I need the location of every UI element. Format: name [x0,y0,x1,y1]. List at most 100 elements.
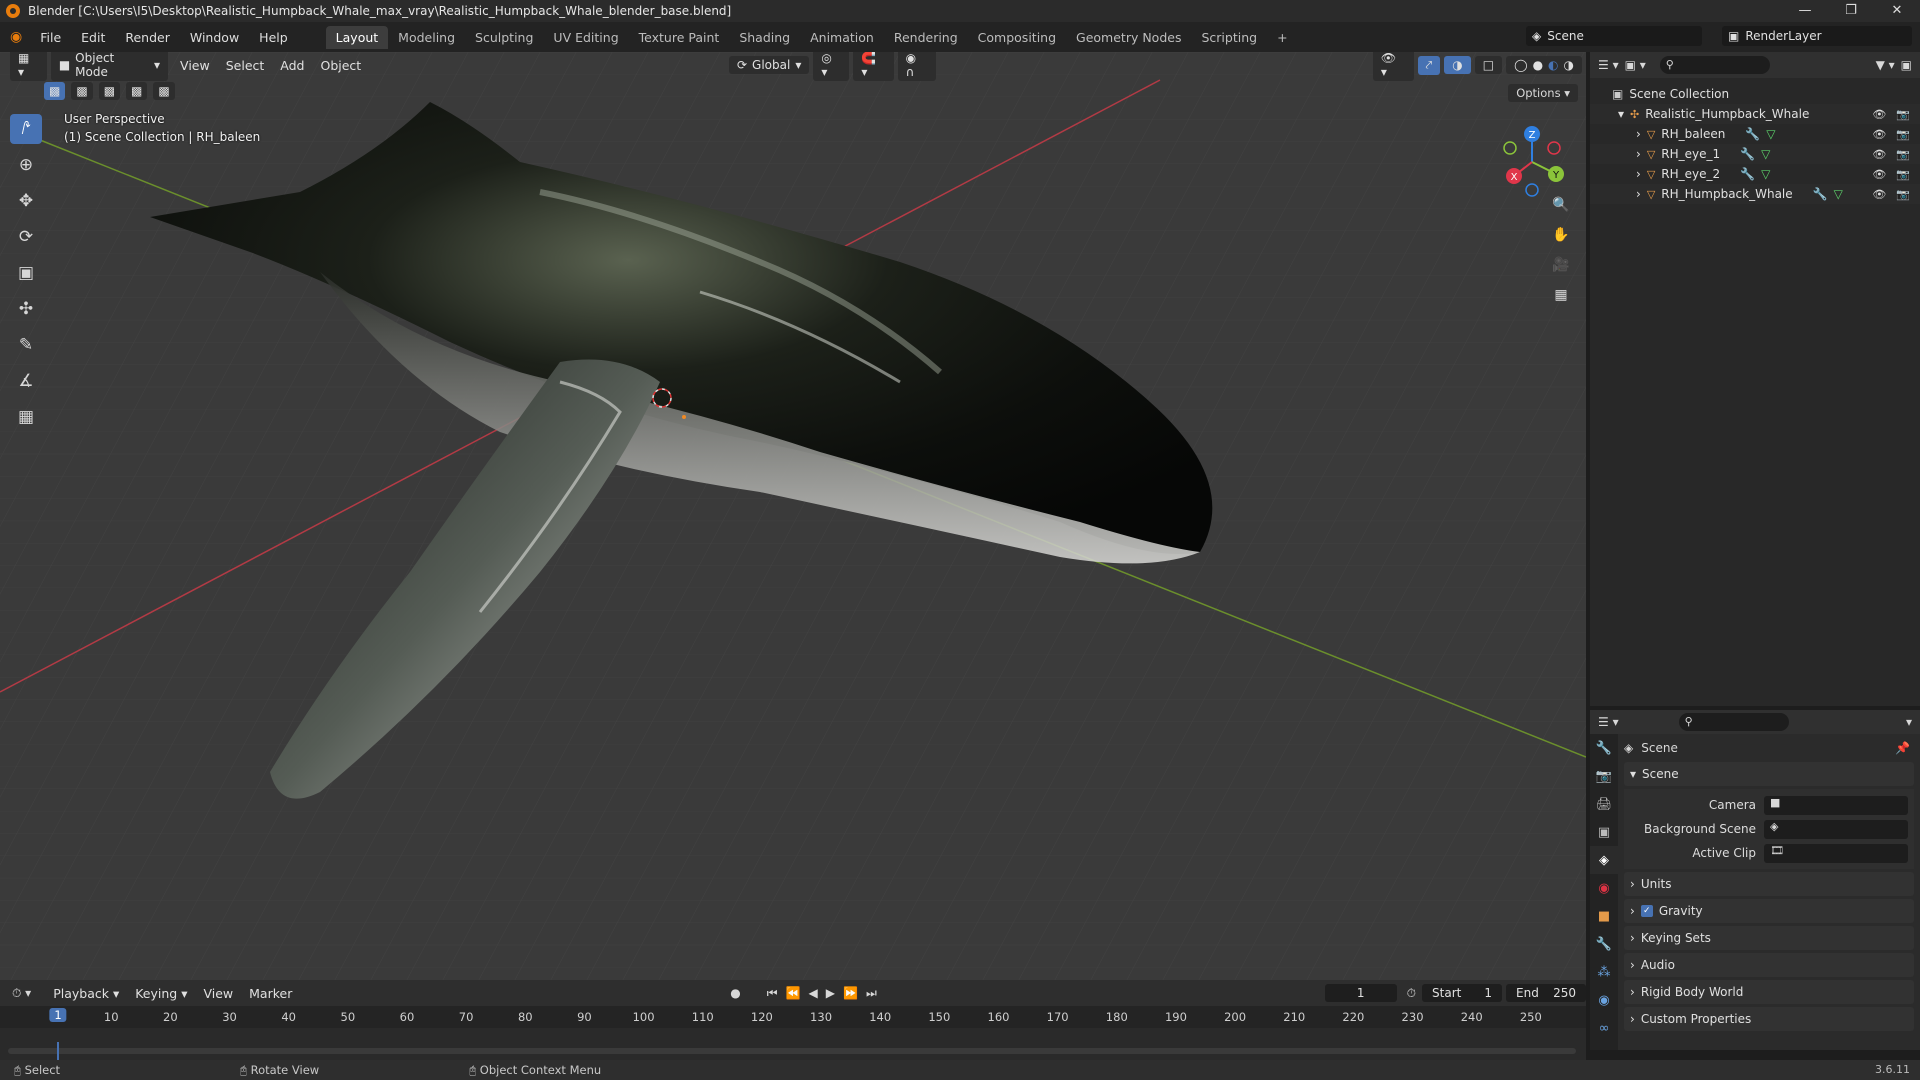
chevron-down-icon[interactable]: ▾ [1906,715,1912,729]
transform-tool-icon[interactable]: ✣ [10,294,42,324]
display-mode-icon[interactable]: ▣ ▾ [1625,58,1646,72]
outliner-editor-type-icon[interactable]: ☰ ▾ [1598,58,1619,72]
measure-tool-icon[interactable]: ∡ [10,366,42,396]
play-reverse-icon[interactable]: ◀ [809,986,818,1000]
pan-hand-icon[interactable]: ✋ [1548,222,1574,248]
select-box-tool-icon[interactable]: ⭚ [10,114,42,144]
rotate-tool-icon[interactable]: ⟳ [10,222,42,252]
rigid-body-world-panel-header[interactable]: › Rigid Body World [1624,980,1914,1004]
record-icon[interactable]: ● [730,986,740,1000]
scene-tab-icon[interactable]: ◈ [1590,846,1618,874]
mesh-data-icon[interactable]: ▽ [1834,187,1843,201]
end-frame-field[interactable]: End 250 [1506,984,1586,1002]
xray-toggle-button[interactable]: □ [1474,56,1503,74]
render-camera-icon[interactable]: 📷 [1896,128,1910,141]
render-tab-icon[interactable]: 📷 [1590,762,1618,790]
outliner-scene-collection[interactable]: ▣ Scene Collection [1590,84,1920,104]
select-invert-icon[interactable]: ▩ [126,82,148,100]
tab-geometry-nodes[interactable]: Geometry Nodes [1066,26,1191,49]
properties-search-input[interactable]: ⚲ [1678,713,1789,731]
expand-chevron-icon[interactable]: › [1636,167,1641,181]
physics-tab-icon[interactable]: ◉ [1590,986,1618,1014]
tool-tab-icon[interactable]: 🔧 [1590,734,1618,762]
modifier-tab-icon[interactable]: 🔧 [1590,930,1618,958]
object-tab-icon[interactable]: ■ [1590,902,1618,930]
view-layer-tab-icon[interactable]: ▣ [1590,818,1618,846]
ortho-toggle-icon[interactable]: ▦ [1548,282,1574,308]
tab-modeling[interactable]: Modeling [388,26,465,49]
modifier-wrench-icon[interactable]: 🔧 [1740,147,1755,161]
play-icon[interactable]: ▶ [826,986,835,1000]
blender-menu-icon[interactable]: ◉ [10,29,22,45]
tab-texture-paint[interactable]: Texture Paint [629,26,730,49]
viewport-menu-add[interactable]: Add [272,58,312,73]
outliner-object-row[interactable]: › ▽ RH_eye_2 🔧 ▽ 👁 📷 [1590,164,1920,184]
menu-render[interactable]: Render [115,30,180,45]
outliner-object-row[interactable]: › ▽ RH_baleen 🔧 ▽ 👁 📷 [1590,124,1920,144]
timeline-menu-keying[interactable]: Keying ▾ [127,986,195,1001]
jump-end-icon[interactable]: ⏭ [866,986,877,1001]
constraints-tab-icon[interactable]: ∞ [1590,1014,1618,1042]
timeline-menu-view[interactable]: View [195,986,241,1001]
expand-chevron-icon[interactable]: › [1636,147,1641,161]
mesh-data-icon[interactable]: ▽ [1766,127,1775,141]
annotate-tool-icon[interactable]: ✎ [10,330,42,360]
select-subtract-icon[interactable]: ▩ [98,82,121,100]
timeline-menu-marker[interactable]: Marker [241,986,300,1001]
3d-viewport[interactable]: ▦ ▾ ■ Object Mode ▾ View Select Add Obje… [0,52,1586,980]
outliner-object-row[interactable]: › ▽ RH_Humpback_Whale 🔧 ▽ 👁 📷 [1590,184,1920,204]
modifier-wrench-icon[interactable]: 🔧 [1740,167,1755,181]
scene-panel-header[interactable]: ▾ Scene [1624,762,1914,786]
navigation-gizmo[interactable]: Z Y X [1492,122,1572,202]
current-frame-field[interactable]: 1 [1324,984,1397,1002]
tab-rendering[interactable]: Rendering [884,26,968,49]
playhead[interactable]: 1 [49,1008,67,1022]
tab-uv-editing[interactable]: UV Editing [543,26,628,49]
render-camera-icon[interactable]: 📷 [1896,188,1910,201]
camera-view-icon[interactable]: 🎥 [1548,252,1574,278]
mesh-data-icon[interactable]: ▽ [1761,167,1770,181]
gravity-checkbox[interactable]: ✓ [1640,905,1653,917]
options-dropdown[interactable]: Options ▾ [1508,84,1578,102]
keying-sets-panel-header[interactable]: › Keying Sets [1624,926,1914,950]
units-panel-header[interactable]: › Units [1624,872,1914,896]
tab-scripting[interactable]: Scripting [1191,26,1267,49]
menu-edit[interactable]: Edit [71,30,115,45]
render-layer-selector[interactable]: ▣ RenderLayer [1722,26,1912,46]
output-tab-icon[interactable]: 🖨 [1590,790,1618,818]
cursor-tool-icon[interactable]: ⊕ [10,150,42,180]
select-new-icon[interactable]: ▩ [44,82,66,100]
background-scene-field[interactable]: ◈ [1764,819,1908,839]
tab-shading[interactable]: Shading [729,26,800,49]
pin-icon[interactable]: 📌 [1895,741,1910,755]
expand-chevron-icon[interactable]: ▾ [1618,107,1624,121]
visibility-eye-icon[interactable]: 👁 [1872,128,1886,141]
snap-button[interactable]: 🧲 ▾ [853,52,894,81]
filter-icon[interactable]: ▼ ▾ [1876,58,1895,72]
particles-tab-icon[interactable]: ⁂ [1590,958,1618,986]
stopwatch-icon[interactable]: ⏱ [1407,986,1416,1001]
outliner-search-input[interactable]: ⚲ [1659,56,1770,74]
material-shading-icon[interactable]: ◐ [1548,58,1558,72]
tab-compositing[interactable]: Compositing [968,26,1066,49]
jump-keyframe-forward-icon[interactable]: ⏩ [843,986,858,1000]
tab-sculpting[interactable]: Sculpting [465,26,543,49]
tab-layout[interactable]: Layout [325,25,389,49]
select-intersect-icon[interactable]: ▩ [153,82,175,100]
move-tool-icon[interactable]: ✥ [10,186,42,216]
solid-shading-icon[interactable]: ● [1533,58,1543,72]
menu-file[interactable]: File [30,30,71,45]
timeline-menu-playback[interactable]: Playback ▾ [45,986,127,1001]
object-mode-dropdown[interactable]: ■ Object Mode ▾ [50,52,169,81]
pivot-point-button[interactable]: ◎ ▾ [813,52,850,81]
minimize-icon[interactable]: — [1782,0,1828,22]
proportional-edit-button[interactable]: ◉ ∩ [897,52,937,81]
visibility-eye-icon[interactable]: 👁 [1872,148,1886,161]
visibility-eye-icon[interactable]: 👁 [1872,168,1886,181]
rendered-shading-icon[interactable]: ◑ [1564,58,1574,72]
menu-window[interactable]: Window [180,30,249,45]
modifier-wrench-icon[interactable]: 🔧 [1745,127,1760,141]
visibility-button[interactable]: 👁 ▾ [1372,52,1414,81]
select-extend-icon[interactable]: ▩ [71,82,93,100]
modifier-wrench-icon[interactable]: 🔧 [1813,187,1828,201]
